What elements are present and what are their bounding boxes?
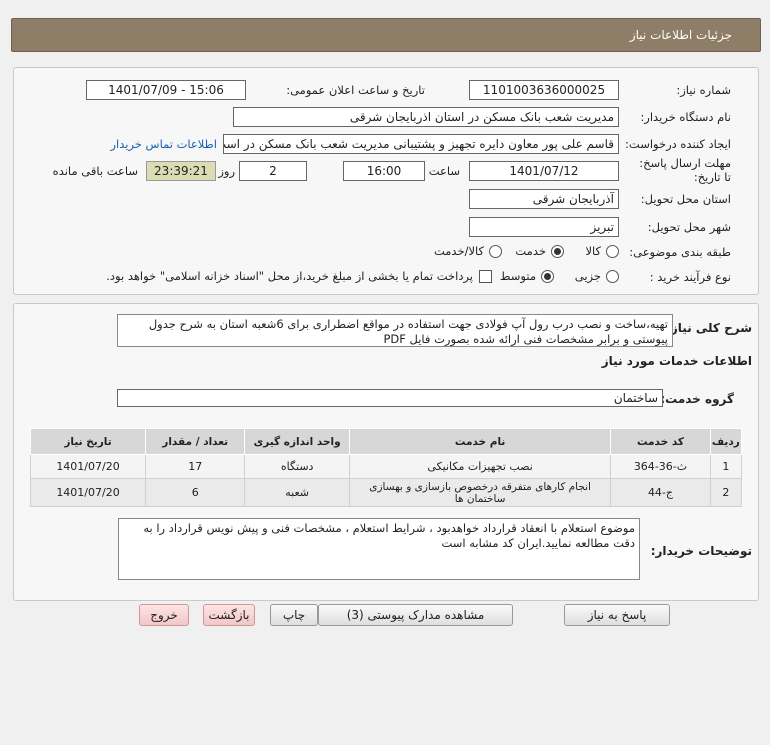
- creator-label: ایجاد کننده درخواست:: [625, 137, 731, 151]
- col-need-date: تاریخ نیاز: [29, 428, 147, 455]
- cell-need-date: 1401/07/20: [29, 478, 147, 507]
- summary-label: شرح کلی نیاز:: [666, 321, 752, 335]
- deadline-label: مهلت ارسال پاسخ: تا تاریخ:: [639, 156, 731, 184]
- treasury-payment-checkbox[interactable]: [479, 270, 492, 283]
- province-field: آذربایجان شرقی: [469, 189, 619, 209]
- province-label: استان محل تحویل:: [640, 192, 731, 206]
- treasury-payment-note: پرداخت تمام یا بخشی از مبلغ خرید،از محل …: [106, 269, 473, 283]
- buyer-org-field: مدیریت شعب بانک مسکن در استان اذربایجان …: [233, 107, 619, 127]
- services-table: ردیف کد خدمت نام خدمت واحد اندازه گیری ت…: [29, 428, 743, 507]
- col-row: ردیف: [709, 428, 743, 455]
- creator-field: قاسم علی پور معاون دایره تجهیز و پشتیبان…: [223, 134, 619, 154]
- category-radio-goods-service[interactable]: [489, 245, 502, 258]
- process-radio-medium[interactable]: [541, 270, 554, 283]
- view-attachments-button[interactable]: مشاهده مدارک پیوستی (3): [318, 604, 513, 626]
- category-radio-service[interactable]: [551, 245, 564, 258]
- category-option-service: خدمت: [515, 244, 546, 258]
- print-button[interactable]: چاپ: [270, 604, 318, 626]
- process-option-minor: جزیی: [574, 269, 601, 283]
- process-option-medium: متوسط: [499, 269, 536, 283]
- exit-button[interactable]: خروج: [139, 604, 189, 626]
- cell-service-name: انجام کارهای متفرقه درخصوص بازسازی و بهس…: [348, 478, 612, 507]
- buyer-org-label: نام دستگاه خریدار:: [640, 110, 731, 124]
- reply-button[interactable]: پاسخ به نیاز: [564, 604, 670, 626]
- table-header-row: ردیف کد خدمت نام خدمت واحد اندازه گیری ت…: [29, 428, 743, 455]
- cell-quantity: 6: [145, 478, 246, 507]
- remaining-time-label: ساعت باقی مانده: [52, 164, 138, 178]
- buyer-contact-link[interactable]: اطلاعات تماس خریدار: [110, 137, 217, 151]
- col-service-code: کد خدمت: [610, 428, 711, 455]
- city-field: تبریز: [469, 217, 619, 237]
- cell-row: 2: [709, 478, 743, 507]
- cell-service-code: ج-44: [610, 478, 711, 507]
- cell-service-name: نصب تجهیزات مکانیکی: [348, 454, 612, 479]
- remaining-days-field: 2: [239, 161, 307, 181]
- buyer-notes-text: موضوع استعلام با انعقاد قرارداد خواهدبود…: [118, 518, 640, 580]
- category-radio-goods[interactable]: [606, 245, 619, 258]
- cell-unit: شعبه: [244, 478, 350, 507]
- category-label: طبقه بندی موضوعی:: [629, 245, 731, 259]
- process-label: نوع فرآیند خرید :: [649, 270, 731, 284]
- process-radio-minor[interactable]: [606, 270, 619, 283]
- announce-datetime-label: تاریخ و ساعت اعلان عمومی:: [286, 83, 425, 97]
- buyer-notes-label: توضیحات خریدار:: [650, 544, 752, 558]
- summary-text: تهیه،ساخت و نصب درب رول آپ فولادی جهت اس…: [117, 314, 673, 347]
- need-number-label: شماره نیاز:: [676, 83, 731, 97]
- cell-need-date: 1401/07/20: [29, 454, 147, 479]
- category-option-goods-service: کالا/خدمت: [433, 244, 484, 258]
- cell-quantity: 17: [145, 454, 246, 479]
- service-group-field: ساختمان: [117, 389, 663, 407]
- deadline-time-field: 16:00: [343, 161, 425, 181]
- col-quantity: تعداد / مقدار: [145, 428, 246, 455]
- cell-service-code: ث-36-364: [610, 454, 711, 479]
- deadline-date-field: 1401/07/12: [469, 161, 619, 181]
- announce-datetime-field: 1401/07/09 - 15:06: [86, 80, 246, 100]
- col-unit: واحد اندازه گیری: [244, 428, 350, 455]
- col-service-name: نام خدمت: [348, 428, 612, 455]
- service-group-label: گروه خدمت:: [660, 392, 734, 406]
- services-heading: اطلاعات خدمات مورد نیاز: [601, 354, 752, 368]
- category-option-goods: کالا: [585, 244, 601, 258]
- table-row: 2 ج-44 انجام کارهای متفرقه درخصوص بازساز…: [29, 478, 743, 507]
- city-label: شهر محل تحویل:: [647, 220, 731, 234]
- need-description-panel: شرح کلی نیاز: تهیه،ساخت و نصب درب رول آپ…: [13, 303, 759, 601]
- back-button[interactable]: بازگشت: [203, 604, 255, 626]
- cell-row: 1: [709, 454, 743, 479]
- need-info-panel: شماره نیاز: 1101003636000025 تاریخ و ساع…: [13, 67, 759, 295]
- deadline-time-label: ساعت: [428, 164, 460, 178]
- need-number-field: 1101003636000025: [469, 80, 619, 100]
- page-title: جزئیات اطلاعات نیاز: [629, 28, 732, 42]
- cell-unit: دستگاه: [244, 454, 350, 479]
- table-row: 1 ث-36-364 نصب تجهیزات مکانیکی دستگاه 17…: [29, 454, 743, 479]
- page-header: جزئیات اطلاعات نیاز: [11, 18, 761, 52]
- remaining-time-field: 23:39:21: [146, 161, 216, 181]
